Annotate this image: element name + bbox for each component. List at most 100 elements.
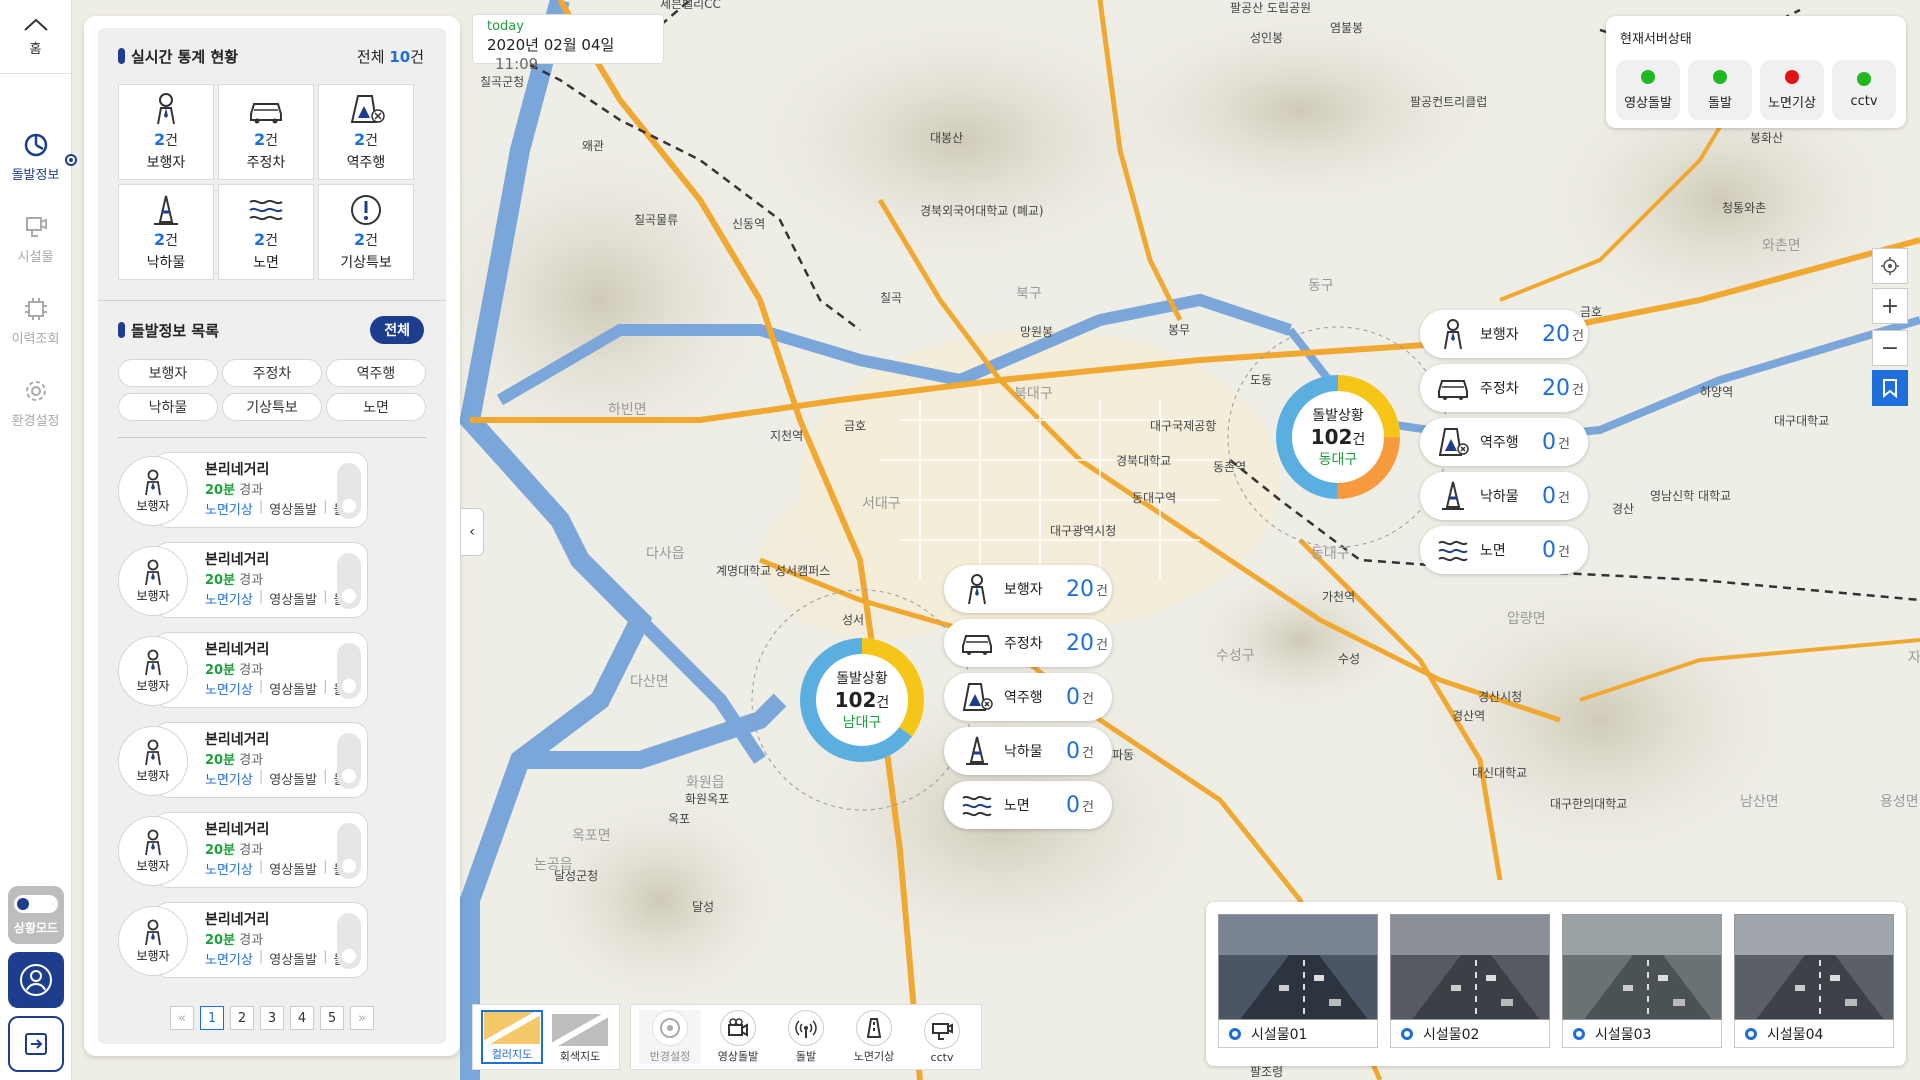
filter-chip-pedestrian[interactable]: 보행자	[118, 359, 218, 387]
cctv-label: 시설물02	[1423, 1026, 1480, 1043]
page-button[interactable]: 5	[320, 1006, 344, 1030]
event-toggle[interactable]	[337, 553, 361, 609]
event-tag[interactable]: 노면기상	[205, 949, 253, 968]
gray-map-button[interactable]: 회색지도	[549, 1010, 611, 1064]
map-label: 하빈면	[608, 402, 647, 418]
event-list-item[interactable]: 보행자 본리네거리 20분 경과 노면기상|영상돌발|돌발	[118, 632, 446, 710]
cctv-thumbnail[interactable]	[1562, 914, 1722, 1020]
map-label: 봉화산	[1750, 131, 1783, 145]
filter-chip-parking[interactable]: 주정차	[222, 359, 322, 387]
cluster-stat-pill[interactable]: 역주행 0 건	[944, 673, 1112, 721]
cluster-stat-pill[interactable]: 주정차 20 건	[944, 619, 1112, 667]
zoom-out-button[interactable]: −	[1872, 330, 1908, 366]
bookmark-button[interactable]	[1872, 370, 1908, 406]
cctv-caption[interactable]: 시설물03	[1562, 1020, 1722, 1048]
cluster-stat-pill[interactable]: 노면 0 건	[1420, 526, 1588, 574]
cluster-stat-pill[interactable]: 노면 0 건	[944, 781, 1112, 829]
cluster-stat-unit: 건	[1558, 544, 1570, 560]
event-list-item[interactable]: 보행자 본리네거리 20분 경과 노면기상|영상돌발|돌발	[118, 902, 446, 980]
event-tag[interactable]: 노면기상	[205, 679, 253, 698]
cctv-feed[interactable]: 시설물03	[1562, 914, 1722, 1058]
next-page-button[interactable]: »	[350, 1006, 374, 1030]
event-toggle[interactable]	[337, 913, 361, 969]
cctv-layer-button[interactable]: cctv	[911, 1010, 973, 1064]
situation-mode-toggle[interactable]: 상황모드	[8, 886, 64, 944]
rail-item-incident[interactable]: 돌발정보	[0, 116, 77, 198]
zoom-in-button[interactable]: +	[1872, 288, 1908, 324]
filter-chip-weather[interactable]: 기상특보	[222, 393, 322, 421]
event-type-label: 보행자	[136, 498, 170, 513]
event-toggle[interactable]	[337, 643, 361, 699]
filter-chip-falling-object[interactable]: 낙하물	[118, 393, 218, 421]
incident-layer-button[interactable]: 돌발	[775, 1010, 837, 1064]
stat-wrong-way[interactable]: 2건 역주행	[318, 84, 414, 180]
event-tag[interactable]: 노면기상	[205, 499, 253, 518]
page-button[interactable]: 4	[290, 1006, 314, 1030]
logout-button[interactable]	[8, 1016, 64, 1072]
cctv-thumbnail[interactable]	[1390, 914, 1550, 1020]
cctv-feed[interactable]: 시설물04	[1734, 914, 1894, 1058]
event-toggle[interactable]	[337, 733, 361, 789]
stat-falling-object[interactable]: 2건 낙하물	[118, 184, 214, 280]
cluster-stat-pill[interactable]: 보행자 20 건	[1420, 310, 1588, 358]
locate-button[interactable]	[1872, 248, 1908, 284]
rail-item-history[interactable]: 이력조회	[0, 280, 71, 362]
cluster-stat-pill[interactable]: 낙하물 0 건	[1420, 472, 1588, 520]
rail-item-facility[interactable]: 시설물	[0, 198, 71, 280]
tag-separator: |	[323, 679, 328, 694]
page-button[interactable]: 1	[200, 1006, 224, 1030]
cluster-stat-pill[interactable]: 낙하물 0 건	[944, 727, 1112, 775]
user-profile-button[interactable]	[8, 952, 64, 1008]
event-list-item[interactable]: 보행자 본리네거리 20분 경과 노면기상|영상돌발|돌발	[118, 452, 446, 530]
cctv-feed[interactable]: 시설물02	[1390, 914, 1550, 1058]
event-tag[interactable]: 영상돌발	[269, 499, 317, 518]
stat-parking[interactable]: 2건 주정차	[218, 84, 314, 180]
cctv-thumbnail[interactable]	[1734, 914, 1894, 1020]
event-tag[interactable]: 영상돌발	[269, 949, 317, 968]
home-button[interactable]: 홈	[0, 0, 71, 74]
cctv-thumbnail[interactable]	[1218, 914, 1378, 1020]
incident-cluster-east[interactable]: 돌발상황 102건 동대구	[1275, 374, 1401, 500]
cctv-feed[interactable]: 시설물01	[1218, 914, 1378, 1058]
radio-icon[interactable]	[1573, 1027, 1585, 1040]
cctv-caption[interactable]: 시설물02	[1390, 1020, 1550, 1048]
prev-page-button[interactable]: «	[170, 1006, 194, 1030]
radius-setting-button[interactable]: 반경설정	[639, 1010, 701, 1064]
video-incident-layer-button[interactable]: 영상돌발	[707, 1010, 769, 1064]
event-tag[interactable]: 영상돌발	[269, 859, 317, 878]
event-tag[interactable]: 영상돌발	[269, 589, 317, 608]
event-toggle[interactable]	[337, 823, 361, 879]
filter-chip-wrong-way[interactable]: 역주행	[326, 359, 426, 387]
event-tag[interactable]: 노면기상	[205, 769, 253, 788]
cluster-stat-pill[interactable]: 보행자 20 건	[944, 565, 1112, 613]
event-list-item[interactable]: 보행자 본리네거리 20분 경과 노면기상|영상돌발|돌발	[118, 812, 446, 890]
map-label: 옥포면	[572, 828, 611, 844]
incident-cluster-south[interactable]: 돌발상황 102건 남대구	[799, 637, 925, 763]
radio-icon[interactable]	[1229, 1027, 1241, 1040]
cluster-stat-pill[interactable]: 주정차 20 건	[1420, 364, 1588, 412]
event-tag[interactable]: 노면기상	[205, 859, 253, 878]
cctv-caption[interactable]: 시설물01	[1218, 1020, 1378, 1048]
stat-road-surface[interactable]: 2건 노면	[218, 184, 314, 280]
color-map-button[interactable]: 컬러지도	[481, 1010, 543, 1064]
event-toggle[interactable]	[337, 463, 361, 519]
cctv-caption[interactable]: 시설물04	[1734, 1020, 1894, 1048]
event-tag[interactable]: 영상돌발	[269, 679, 317, 698]
event-tag[interactable]: 노면기상	[205, 589, 253, 608]
event-tag[interactable]: 영상돌발	[269, 769, 317, 788]
stat-pedestrian[interactable]: 2건 보행자	[118, 84, 214, 180]
stat-weather-alert[interactable]: 2건 기상특보	[318, 184, 414, 280]
radio-icon[interactable]	[1401, 1027, 1413, 1040]
page-button[interactable]: 2	[230, 1006, 254, 1030]
event-list-item[interactable]: 보행자 본리네거리 20분 경과 노면기상|영상돌발|돌발	[118, 542, 446, 620]
cluster-stat-pill[interactable]: 역주행 0 건	[1420, 418, 1588, 466]
page-button[interactable]: 3	[260, 1006, 284, 1030]
radio-icon[interactable]	[1745, 1027, 1757, 1040]
event-list-item[interactable]: 보행자 본리네거리 20분 경과 노면기상|영상돌발|돌발	[118, 722, 446, 800]
cluster-stat-count: 0	[1066, 792, 1080, 818]
road-weather-layer-button[interactable]: 노면기상	[843, 1010, 905, 1064]
rail-item-settings[interactable]: 환경설정	[0, 362, 71, 444]
all-filter-button[interactable]: 전체	[370, 316, 424, 344]
collapse-panel-button[interactable]: ‹	[460, 508, 484, 556]
filter-chip-road-surface[interactable]: 노면	[326, 393, 426, 421]
